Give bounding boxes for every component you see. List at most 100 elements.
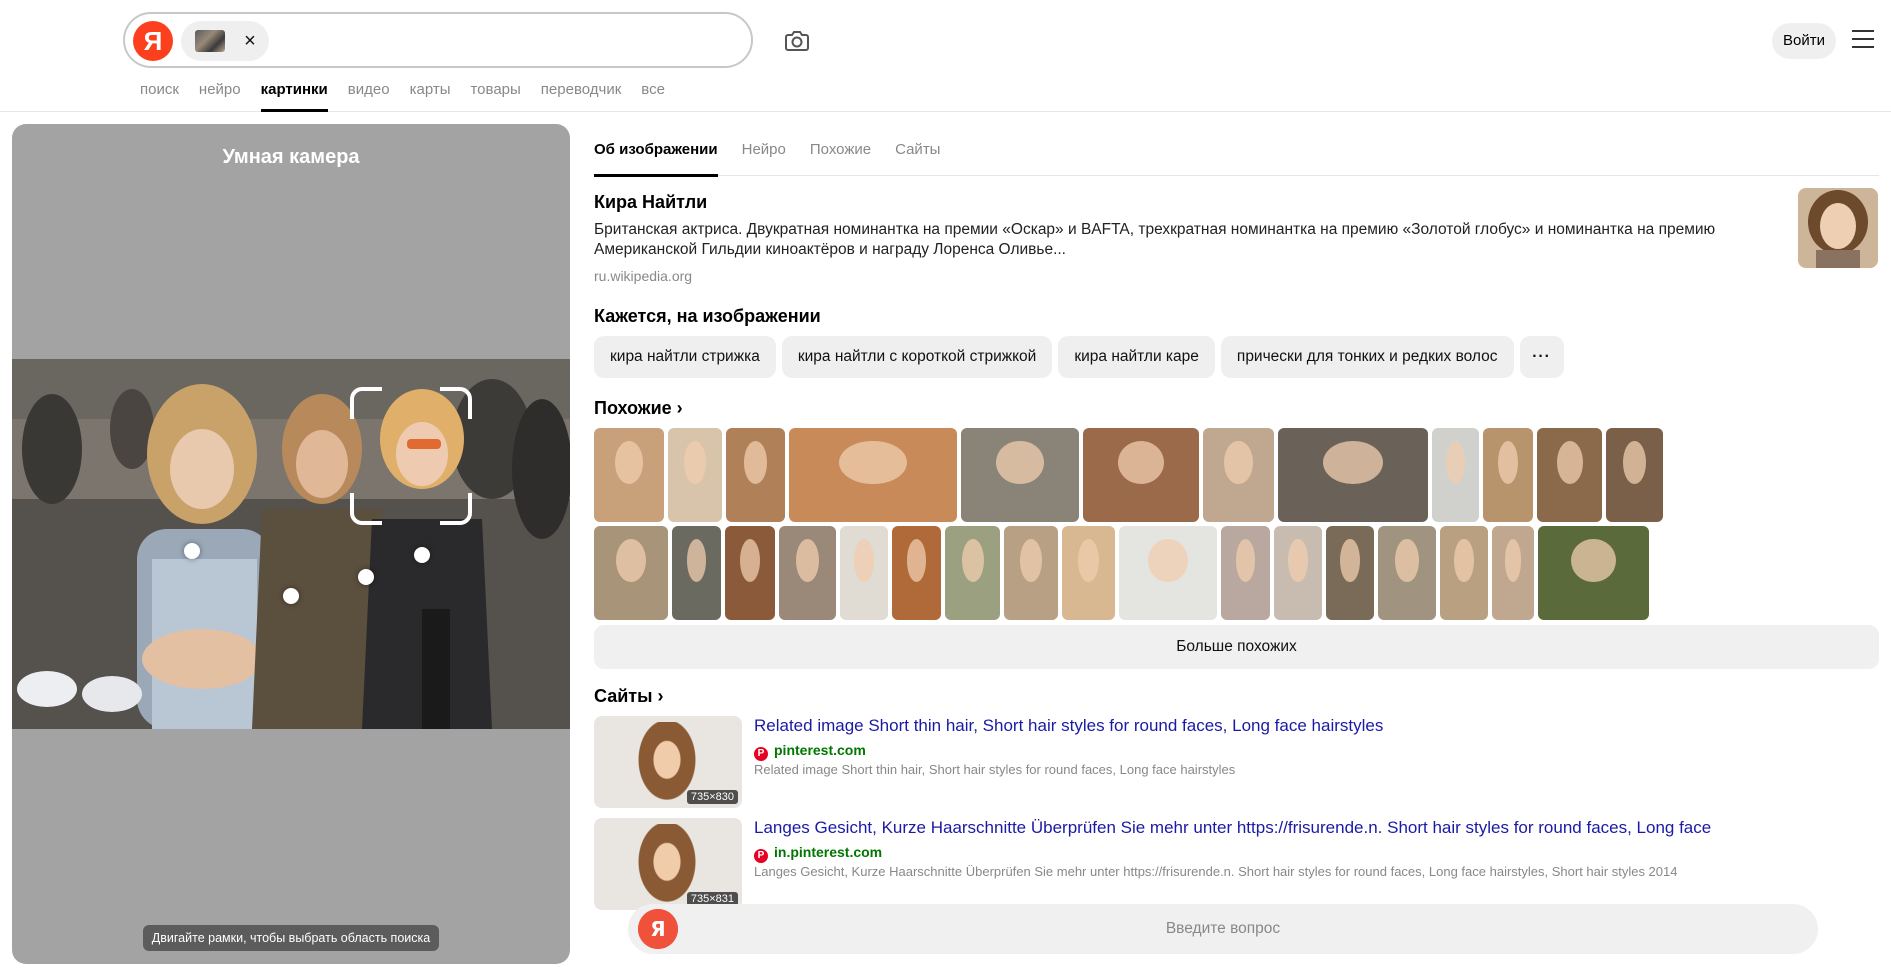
similar-image-tile[interactable] [1538, 526, 1649, 620]
site-domain-link[interactable]: Pin.pinterest.com [754, 844, 882, 863]
similar-image-tile[interactable] [1326, 526, 1374, 620]
similar-image-tile[interactable] [961, 428, 1079, 522]
nav-tab-video[interactable]: видео [348, 80, 390, 112]
suggestion-chip[interactable]: прически для тонких и редких волос [1220, 336, 1514, 378]
crop-corner-bottom-right[interactable] [440, 493, 472, 525]
similar-image-tile[interactable] [1062, 526, 1115, 620]
site-thumbnail[interactable]: 735×831 [594, 818, 742, 910]
hamburger-menu-icon[interactable] [1852, 30, 1874, 50]
nav-tab-goods[interactable]: товары [470, 80, 520, 112]
nav-tab-images[interactable]: картинки [260, 80, 328, 112]
camera-icon[interactable] [780, 24, 814, 58]
site-domain-text: pinterest.com [774, 742, 866, 758]
tab-similar[interactable]: Похожие [810, 124, 871, 176]
suggestion-chip[interactable]: кира найтли стрижка [594, 336, 776, 378]
entity-source-link[interactable]: ru.wikipedia.org [594, 268, 692, 284]
ask-placeholder: Введите вопрос [1165, 920, 1281, 937]
crop-corner-top-left[interactable] [350, 387, 382, 419]
similar-image-tile[interactable] [594, 428, 664, 522]
pinterest-icon: P [754, 747, 768, 761]
similar-image-tile[interactable] [1378, 526, 1436, 620]
login-button[interactable]: Войти [1772, 23, 1836, 59]
image-query-chip[interactable]: × [181, 21, 269, 61]
similar-image-tile[interactable] [840, 526, 888, 620]
similar-image-tile[interactable] [725, 526, 775, 620]
results-panel: Об изображении Нейро Похожие Сайты Кира … [582, 124, 1891, 969]
suggestion-chip[interactable]: кира найтли каре [1058, 336, 1215, 378]
smart-camera-title: Умная камера [222, 146, 360, 168]
similar-image-tile[interactable] [1483, 428, 1533, 522]
site-snippet: Related image Short thin hair, Short hai… [754, 762, 1236, 777]
site-domain-link[interactable]: Ppinterest.com [754, 742, 866, 761]
site-snippet: Langes Gesicht, Kurze Haarschnitte Überp… [754, 864, 1678, 879]
similar-image-tile[interactable] [672, 526, 721, 620]
crop-corner-top-right[interactable] [440, 387, 472, 419]
entity-description: Британская актриса. Двукратная номинантк… [594, 221, 1716, 258]
similar-image-tile[interactable] [789, 428, 957, 522]
similar-image-tile[interactable] [1278, 428, 1428, 522]
similar-image-tile[interactable] [1537, 428, 1602, 522]
chevron-right-icon: › [676, 398, 683, 418]
crop-corner-bottom-left[interactable] [350, 493, 382, 525]
site-result: 735×831 Langes Gesicht, Kurze Haarschnit… [594, 818, 1879, 910]
search-type-tabs: поиск нейро картинки видео карты товары … [140, 80, 685, 112]
similar-image-tile[interactable] [1432, 428, 1479, 522]
more-chips-button[interactable]: ··· [1519, 336, 1564, 378]
similar-image-tile[interactable] [668, 428, 722, 522]
result-tabs: Об изображении Нейро Похожие Сайты [594, 124, 1879, 177]
header: Я × Войти поиск нейро картинки видео кар… [0, 0, 1891, 112]
similar-image-tile[interactable] [1083, 428, 1199, 522]
detected-on-image-title: Кажется, на изображении [594, 306, 821, 326]
nav-tab-translator[interactable]: переводчик [541, 80, 621, 112]
similar-image-tile[interactable] [1221, 526, 1270, 620]
similar-images-row [594, 428, 1667, 522]
similar-image-tile[interactable] [892, 526, 941, 620]
similar-image-tile[interactable] [945, 526, 1000, 620]
nav-tab-all[interactable]: все [641, 80, 665, 112]
object-hotspot-2[interactable] [283, 588, 299, 604]
similar-section-title[interactable]: Похожие › [594, 398, 683, 419]
close-icon[interactable]: × [239, 30, 261, 52]
similar-image-tile[interactable] [1440, 526, 1488, 620]
site-result: 735×830 Related image Short thin hair, S… [594, 716, 1879, 808]
similar-image-tile[interactable] [1119, 526, 1217, 620]
object-hotspot-4[interactable] [414, 547, 430, 563]
yandex-logo[interactable]: Я [133, 21, 173, 61]
sites-section-title[interactable]: Сайты › [594, 686, 664, 707]
suggestion-chips: кира найтли стрижка кира найтли с коротк… [594, 336, 1570, 378]
site-title-link[interactable]: Langes Gesicht, Kurze Haarschnitte Überp… [754, 818, 1711, 838]
similar-image-tile[interactable] [726, 428, 785, 522]
similar-image-tile[interactable] [779, 526, 836, 620]
smart-camera-panel: Умная камера Двигайте рамки, чтобы выбра… [12, 124, 570, 964]
site-thumbnail[interactable]: 735×830 [594, 716, 742, 808]
nav-tab-maps[interactable]: карты [410, 80, 451, 112]
more-similar-button[interactable]: Больше похожих [594, 625, 1879, 669]
site-domain-text: in.pinterest.com [774, 844, 883, 860]
similar-image-tile[interactable] [1274, 526, 1322, 620]
similar-image-tile[interactable] [1004, 526, 1058, 620]
query-image-thumbnail [195, 30, 225, 52]
object-hotspot-3[interactable] [358, 569, 374, 585]
search-box[interactable]: Я × [123, 12, 753, 68]
entity-portrait[interactable] [1798, 188, 1878, 268]
similar-image-tile[interactable] [1606, 428, 1663, 522]
tab-neuro[interactable]: Нейро [742, 124, 786, 176]
entity-name[interactable]: Кира Найтли [594, 192, 707, 213]
object-hotspot-1[interactable] [184, 543, 200, 559]
nav-tab-neuro[interactable]: нейро [199, 80, 241, 112]
site-title-link[interactable]: Related image Short thin hair, Short hai… [754, 716, 1383, 736]
query-photo [12, 359, 570, 729]
similar-image-tile[interactable] [1203, 428, 1274, 522]
similar-image-tile[interactable] [1492, 526, 1534, 620]
crop-selection-frame[interactable] [350, 387, 472, 525]
ask-question-input[interactable]: Я Введите вопрос [628, 904, 1818, 954]
chevron-right-icon: › [657, 686, 664, 706]
tab-about-image[interactable]: Об изображении [594, 124, 718, 177]
nav-tab-search[interactable]: поиск [140, 80, 179, 112]
similar-title-label: Похожие [594, 398, 672, 418]
camera-hint: Двигайте рамки, чтобы выбрать область по… [143, 925, 439, 951]
query-photo-illustration [12, 359, 570, 729]
similar-image-tile[interactable] [594, 526, 668, 620]
suggestion-chip[interactable]: кира найтли с короткой стрижкой [781, 336, 1053, 378]
tab-sites[interactable]: Сайты [895, 124, 940, 176]
